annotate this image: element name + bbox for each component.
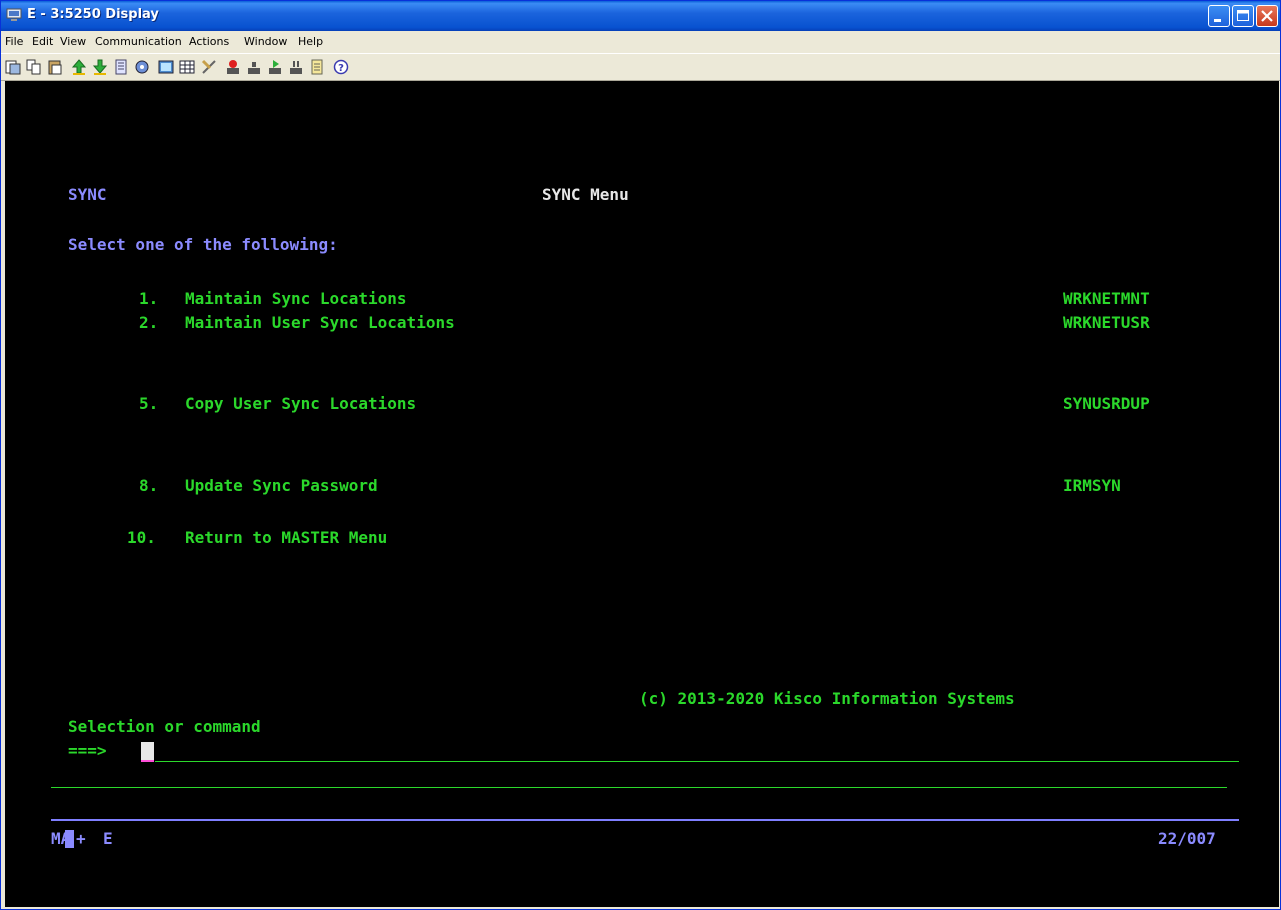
menu-communication[interactable]: Communication: [95, 35, 182, 48]
pause-icon[interactable]: [288, 59, 304, 75]
notes-icon[interactable]: [309, 59, 325, 75]
stop-icon[interactable]: [246, 59, 262, 75]
option-5-label[interactable]: Copy User Sync Locations: [185, 394, 416, 414]
play-icon[interactable]: [267, 59, 283, 75]
command-prompt: ===>: [68, 741, 107, 760]
menu-view[interactable]: View: [60, 35, 86, 48]
receive-icon[interactable]: [92, 59, 108, 75]
maximize-button[interactable]: [1232, 5, 1254, 27]
command-input[interactable]: [141, 741, 1239, 762]
macro-icon[interactable]: [134, 59, 150, 75]
record-icon[interactable]: [225, 59, 241, 75]
menu-file[interactable]: File: [5, 35, 23, 48]
option-1-number: 1.: [139, 289, 159, 308]
menu-edit[interactable]: Edit: [32, 35, 53, 48]
text-cursor: [141, 742, 154, 760]
copyright-text: (c) 2013-2020 Kisco Information Systems: [639, 689, 1015, 708]
window-title: E - 3:5250 Display: [27, 7, 159, 22]
close-icon: [1261, 10, 1273, 22]
option-8-command: IRMSYN: [1063, 476, 1121, 495]
display-app-icon: [6, 8, 22, 21]
menu-window[interactable]: Window: [244, 35, 287, 48]
svg-text:?: ?: [338, 63, 344, 74]
option-2-command: WRKNETUSR: [1063, 313, 1150, 332]
close-button[interactable]: [1256, 5, 1278, 27]
menu-actions[interactable]: Actions: [189, 35, 229, 48]
send-icon[interactable]: [71, 59, 87, 75]
status-plus: +: [76, 829, 86, 848]
screen-top-margin: [5, 81, 1279, 123]
option-10-number: 10.: [127, 528, 156, 547]
input-underline: [155, 761, 1239, 762]
option-1-label[interactable]: Maintain Sync Locations: [185, 289, 407, 309]
select-prompt: Select one of the following:: [68, 235, 338, 254]
clear-icon[interactable]: [201, 59, 217, 75]
option-5-number: 5.: [139, 394, 159, 413]
help-icon[interactable]: ?: [333, 59, 349, 75]
terminal-screen[interactable]: SYNC SYNC Menu Select one of the followi…: [5, 123, 1279, 907]
menu-title: SYNC Menu: [542, 185, 629, 204]
maximize-icon: [1237, 10, 1249, 21]
minimize-icon: [1214, 19, 1221, 22]
selection-label: Selection or command: [68, 717, 261, 736]
option-1-command: WRKNETMNT: [1063, 289, 1150, 308]
option-8-number: 8.: [139, 476, 159, 495]
keypad-icon[interactable]: [158, 59, 174, 75]
paste-icon[interactable]: [47, 59, 63, 75]
status-session: E: [103, 829, 113, 848]
cursor-underline: [141, 760, 154, 762]
title-bar[interactable]: E - 3:5250 Display: [1, 1, 1280, 31]
input-continuation-line: [51, 787, 1227, 788]
option-10-label[interactable]: Return to MASTER Menu: [185, 528, 387, 548]
toolbar: ?: [1, 53, 1280, 81]
menu-id: SYNC: [68, 185, 107, 204]
menu-bar: File Edit View Communication Actions Win…: [1, 31, 1280, 53]
print-icon[interactable]: [113, 59, 129, 75]
table-icon[interactable]: [179, 59, 195, 75]
cursor-position: 22/007: [1158, 829, 1216, 848]
option-2-label[interactable]: Maintain User Sync Locations: [185, 313, 455, 333]
option-8-label[interactable]: Update Sync Password: [185, 476, 378, 496]
minimize-button[interactable]: [1208, 5, 1230, 27]
option-5-command: SYNUSRDUP: [1063, 394, 1150, 413]
option-2-number: 2.: [139, 313, 159, 332]
menu-help[interactable]: Help: [298, 35, 323, 48]
copy-icon[interactable]: [26, 59, 42, 75]
emulator-window: E - 3:5250 Display File Edit View Commun…: [0, 0, 1281, 910]
status-cursor-block: [65, 830, 74, 848]
copy-screen-icon[interactable]: [5, 59, 21, 75]
status-divider: [51, 819, 1239, 821]
